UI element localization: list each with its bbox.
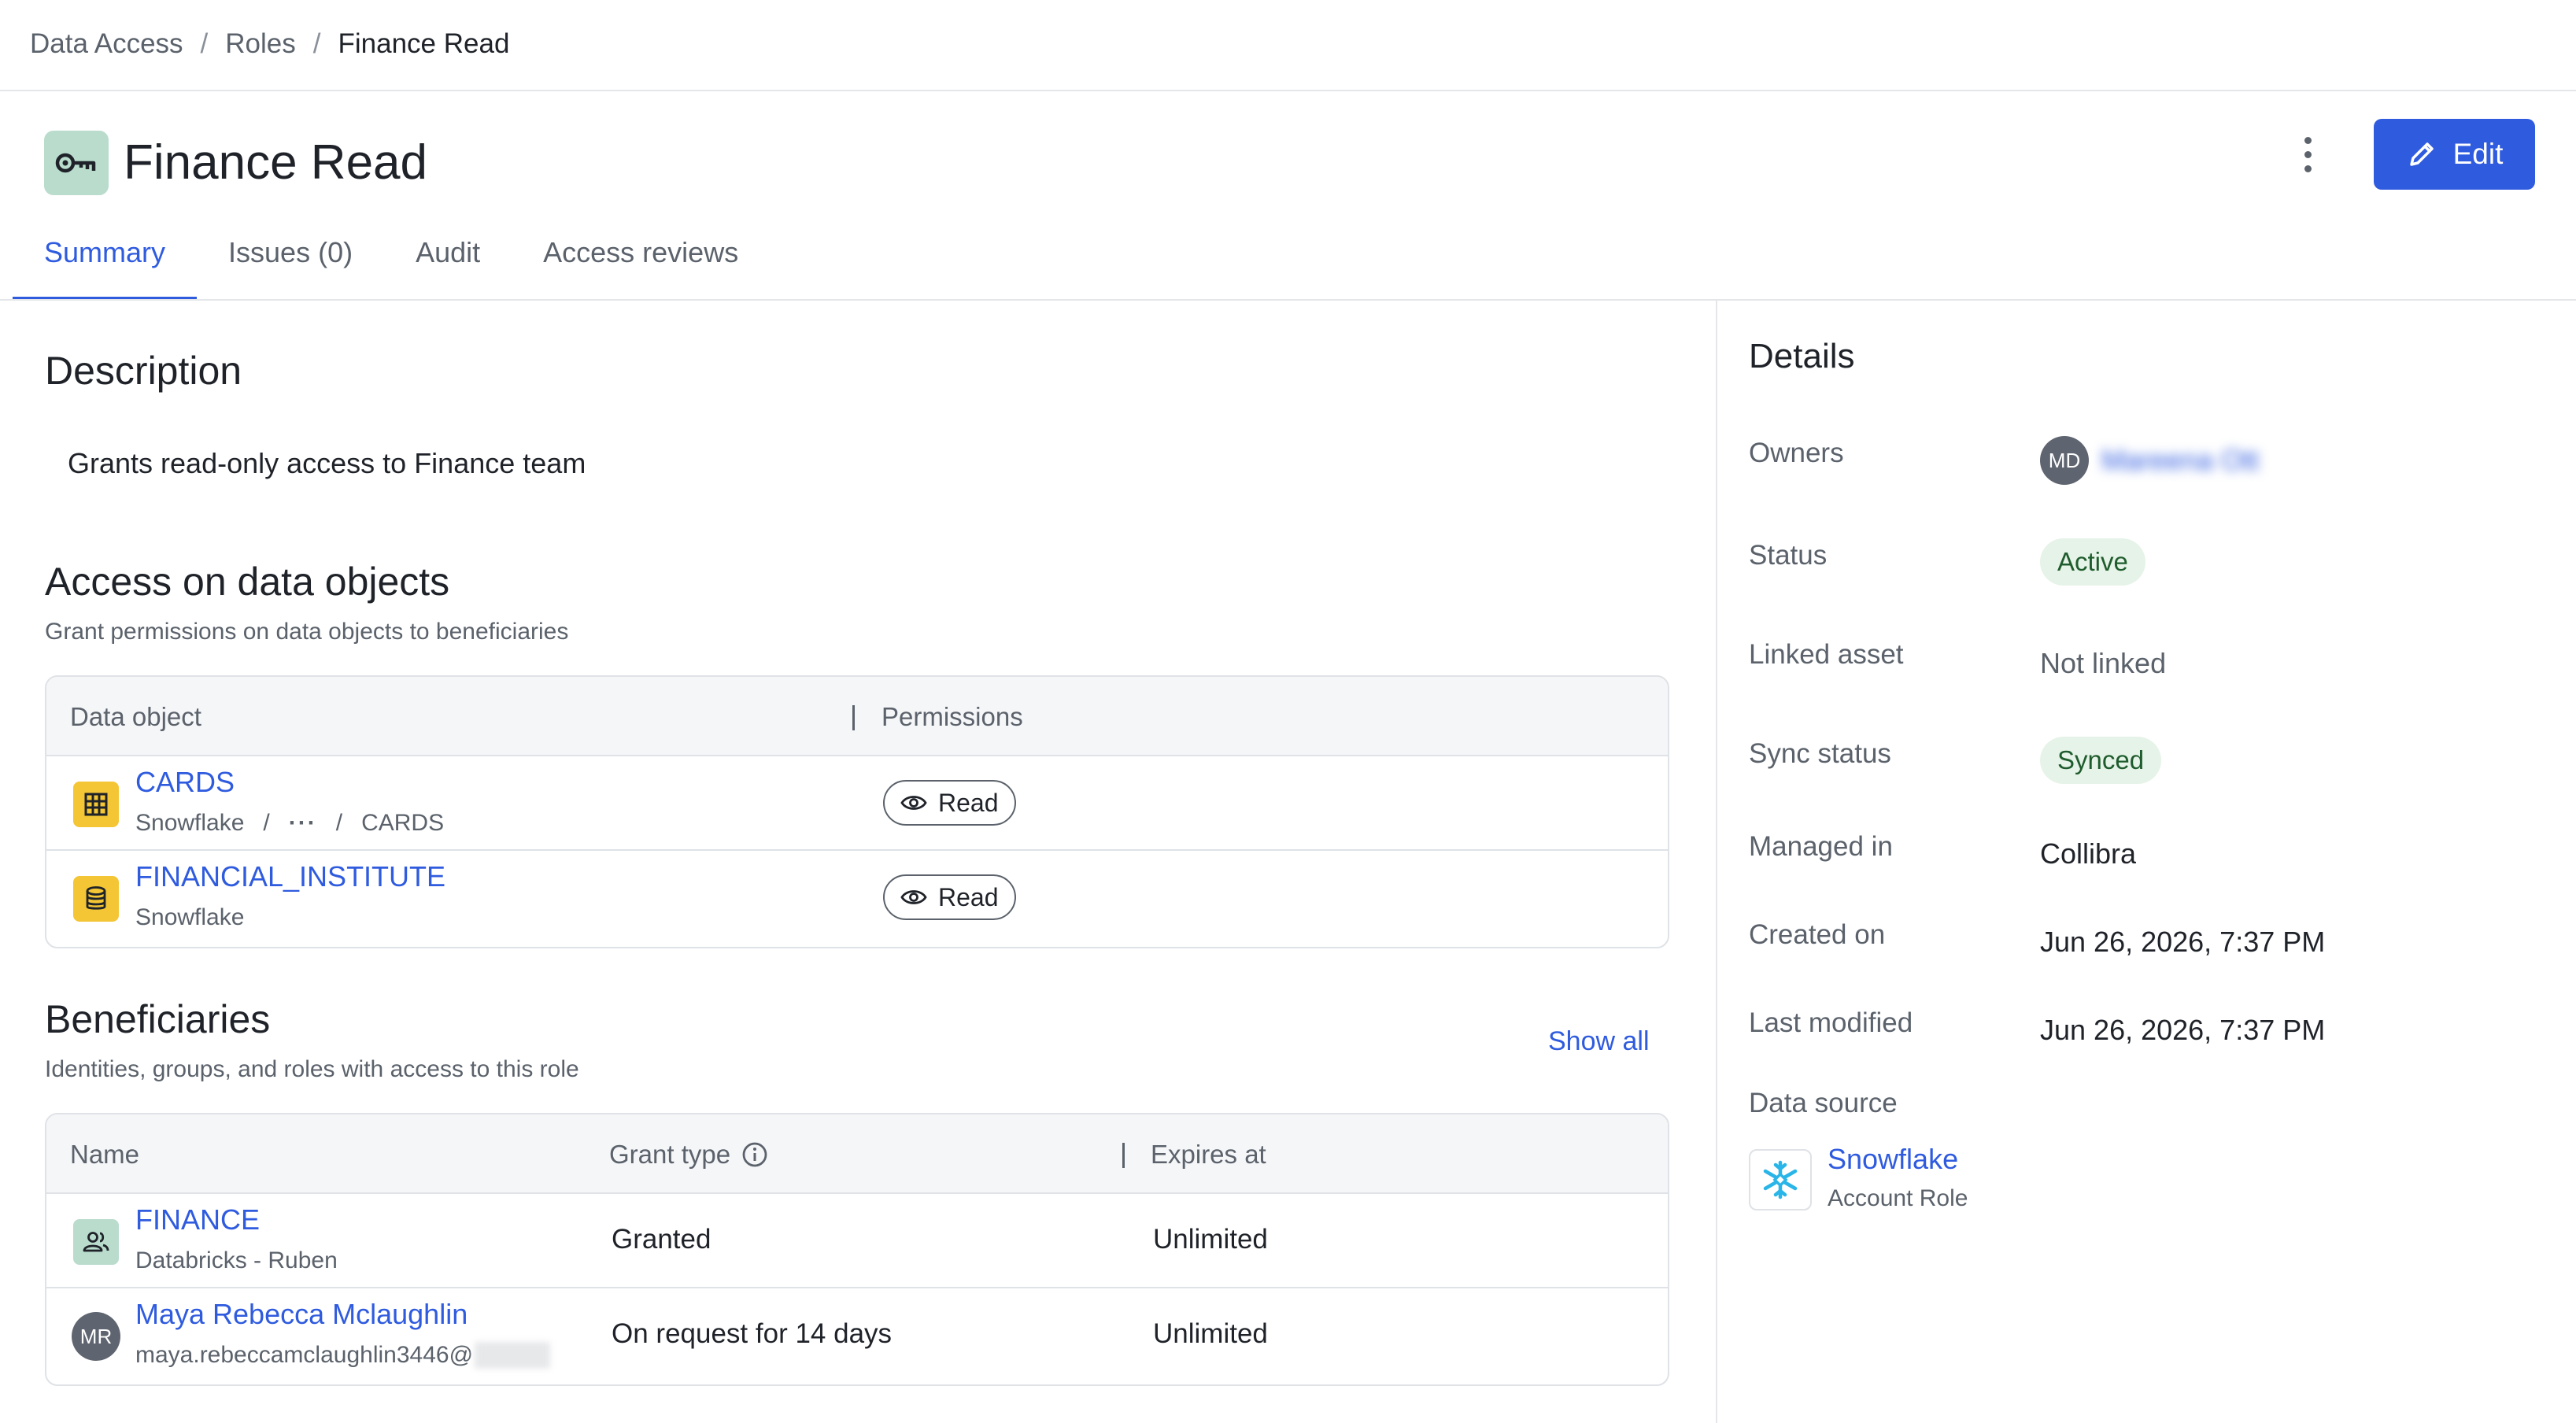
linked-asset-label: Linked asset — [1749, 639, 1904, 670]
tab-summary[interactable]: Summary — [13, 222, 198, 301]
edit-button-label: Edit — [2452, 138, 2504, 170]
data-source-label: Data source — [1749, 1088, 1898, 1118]
path-ellipsis-button[interactable]: ··· — [289, 810, 317, 837]
page-title: Finance Read — [124, 135, 428, 190]
avatar: MD — [2040, 436, 2089, 485]
avatar: MR — [72, 1312, 120, 1361]
column-permissions[interactable]: Permissions — [881, 677, 1023, 756]
grant-type-value: Granted — [612, 1224, 711, 1255]
column-data-object[interactable]: Data object — [70, 677, 201, 756]
status-badge: Active — [2040, 538, 2145, 586]
table-row[interactable]: MR Maya Rebecca Mclaughlin maya.rebeccam… — [46, 1288, 1668, 1383]
table-icon — [73, 782, 119, 827]
created-on-value: Jun 26, 2026, 7:37 PM — [2040, 926, 2326, 958]
column-grant-type-label: Grant type — [609, 1140, 731, 1169]
column-expires-at[interactable]: Expires at — [1151, 1114, 1266, 1194]
tab-access-reviews[interactable]: Access reviews — [512, 222, 770, 301]
info-icon[interactable] — [741, 1141, 768, 1168]
beneficiary-email: maya.rebeccamclaughlin3446@ — [135, 1342, 551, 1369]
breadcrumb-current: Finance Read — [338, 28, 510, 59]
breadcrumb: Data Access / Roles / Finance Read — [30, 24, 509, 65]
table-row[interactable]: FINANCIAL_INSTITUTE Snowflake Read — [46, 851, 1668, 945]
beneficiaries-heading: Beneficiaries — [45, 997, 271, 1041]
beneficiaries-table: Name Grant type Expires at FINANCE Datab… — [45, 1113, 1669, 1386]
expires-at-value: Unlimited — [1153, 1318, 1268, 1349]
breadcrumb-separator: / — [200, 28, 209, 59]
permission-read-chip: Read — [883, 874, 1016, 920]
data-object-source: Snowflake — [135, 904, 245, 930]
beneficiary-subtitle: Databricks - Ruben — [135, 1247, 338, 1273]
column-grant-type[interactable]: Grant type — [609, 1114, 768, 1194]
column-name[interactable]: Name — [70, 1114, 139, 1194]
more-dot-icon — [2304, 164, 2312, 172]
expires-at-value: Unlimited — [1153, 1224, 1268, 1255]
tab-bar: Summary Issues (0) Audit Access reviews — [13, 222, 770, 301]
data-object-link[interactable]: FINANCIAL_INSTITUTE — [135, 860, 445, 893]
permission-read-chip: Read — [883, 780, 1016, 826]
breadcrumb-roles[interactable]: Roles — [225, 28, 295, 60]
access-table: Data object Permissions CARDS Snowflake … — [45, 675, 1669, 948]
header-divider — [0, 90, 2576, 91]
grant-type-value: On request for 14 days — [612, 1318, 893, 1349]
status-label: Status — [1749, 540, 1828, 571]
more-options-button[interactable] — [2289, 129, 2327, 179]
path-source: Snowflake — [135, 810, 245, 836]
snowflake-icon — [1749, 1149, 1812, 1210]
beneficiary-email-text: maya.rebeccamclaughlin3446@ — [135, 1342, 474, 1368]
owner-entry[interactable]: MD Mareena Ott — [2040, 436, 2259, 485]
last-modified-label: Last modified — [1749, 1007, 1913, 1038]
tab-issues[interactable]: Issues (0) — [197, 222, 384, 301]
table-row[interactable]: CARDS Snowflake / ··· / CARDS Read — [46, 756, 1668, 851]
sync-status-badge: Synced — [2040, 737, 2162, 784]
path-leaf: CARDS — [361, 810, 445, 836]
managed-in-label: Managed in — [1749, 831, 1893, 862]
eye-icon — [900, 890, 927, 904]
access-heading: Access on data objects — [45, 560, 450, 604]
table-header: Name Grant type Expires at — [46, 1114, 1668, 1194]
tab-audit[interactable]: Audit — [384, 222, 512, 301]
database-icon — [73, 876, 119, 922]
column-resize-handle[interactable] — [852, 705, 855, 730]
column-resize-handle[interactable] — [1122, 1143, 1125, 1168]
more-dot-icon — [2304, 150, 2312, 158]
panel-divider — [1716, 301, 1717, 1423]
more-dot-icon — [2304, 136, 2312, 144]
show-all-link[interactable]: Show all — [1548, 1026, 1650, 1057]
beneficiary-link[interactable]: FINANCE — [135, 1203, 260, 1236]
last-modified-value: Jun 26, 2026, 7:37 PM — [2040, 1014, 2326, 1046]
data-source-type: Account Role — [1828, 1185, 1968, 1211]
eye-icon — [900, 796, 927, 810]
key-icon — [44, 131, 109, 195]
data-source-link[interactable]: Snowflake — [1828, 1143, 1958, 1176]
table-header: Data object Permissions — [46, 677, 1668, 756]
details-heading: Details — [1749, 337, 1855, 375]
edit-button[interactable]: Edit — [2374, 119, 2535, 190]
permission-label: Read — [938, 882, 999, 911]
sync-status-label: Sync status — [1749, 738, 1891, 769]
breadcrumb-separator: / — [312, 28, 321, 59]
path-separator: / — [335, 810, 343, 836]
tab-divider — [0, 299, 2576, 301]
access-subtitle: Grant permissions on data objects to ben… — [45, 619, 569, 645]
path-separator: / — [263, 810, 270, 836]
beneficiary-link[interactable]: Maya Rebecca Mclaughlin — [135, 1298, 468, 1331]
table-row[interactable]: FINANCE Databricks - Ruben Granted Unlim… — [46, 1194, 1668, 1288]
pencil-icon — [2409, 142, 2434, 166]
created-on-label: Created on — [1749, 919, 1886, 950]
owners-label: Owners — [1749, 438, 1844, 468]
description-heading: Description — [45, 349, 242, 393]
managed-in-value: Collibra — [2040, 837, 2137, 870]
linked-asset-value: Not linked — [2040, 647, 2167, 679]
description-text: Grants read-only access to Finance team — [68, 447, 586, 479]
group-icon — [73, 1219, 119, 1265]
data-object-path: Snowflake / ··· / CARDS — [135, 810, 444, 837]
owner-name[interactable]: Mareena Ott — [2101, 444, 2259, 477]
breadcrumb-data-access[interactable]: Data Access — [30, 28, 183, 60]
data-object-link[interactable]: CARDS — [135, 766, 235, 799]
redacted-domain — [475, 1342, 551, 1369]
beneficiaries-subtitle: Identities, groups, and roles with acces… — [45, 1056, 579, 1082]
permission-label: Read — [938, 788, 999, 817]
